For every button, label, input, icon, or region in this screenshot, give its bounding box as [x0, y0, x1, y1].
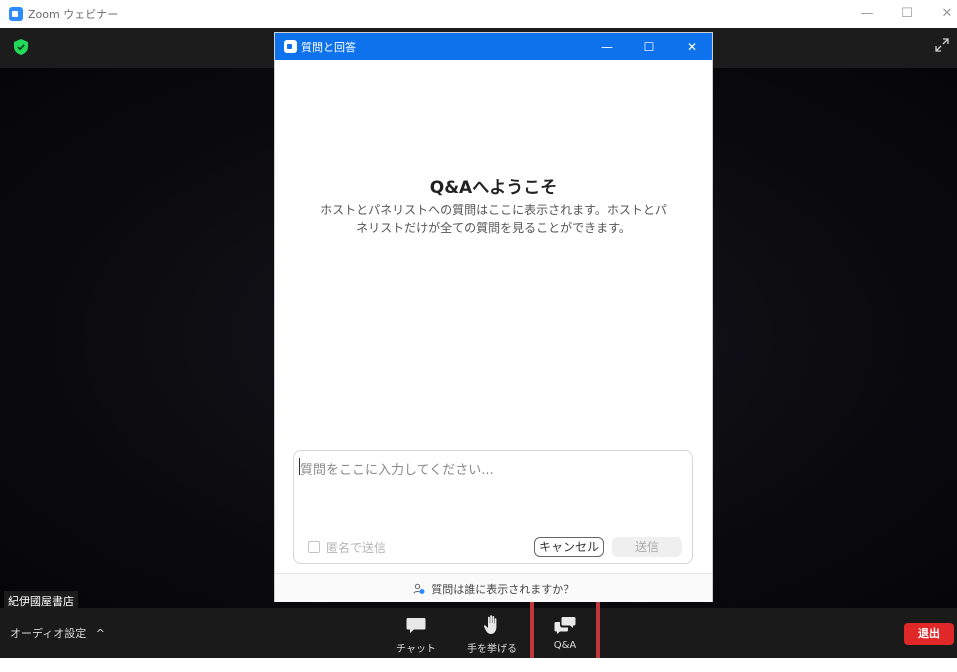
welcome-title: Q&Aへようこそ [429, 178, 558, 198]
close-button[interactable]: ✕ [933, 4, 957, 24]
zoom-app-icon [9, 7, 23, 21]
qa-minimize-button[interactable]: — [595, 37, 619, 57]
minimize-button[interactable]: — [853, 4, 881, 24]
chat-button[interactable]: チャット [386, 612, 446, 656]
send-button[interactable]: 送信 [612, 537, 682, 557]
cancel-button[interactable]: キャンセル [534, 537, 604, 557]
audio-settings-label: オーディオ設定 [10, 627, 87, 640]
welcome-description: ホストとパネリストへの質問はここに表示されます。ホストとパネリストだけが全ての質… [320, 203, 667, 235]
window-title: Zoom ウェビナー [28, 8, 119, 21]
anonymous-label: 匿名で送信 [326, 541, 387, 555]
maximize-button[interactable]: ☐ [893, 4, 921, 24]
zoom-app-icon [284, 40, 297, 53]
expand-icon[interactable] [935, 38, 949, 52]
exit-button[interactable]: 退出 [904, 623, 954, 645]
meeting-toolbar: オーディオ設定 ^ チャット 手を挙げる Q&A [0, 608, 957, 658]
raise-hand-label: 手を挙げる [467, 644, 517, 655]
chat-icon [406, 618, 426, 633]
window-titlebar: Zoom ウェビナー — ☐ ✕ [0, 0, 957, 28]
qa-dialog: 質問と回答 — ☐ ✕ Q&Aへようこそ ホストとパネリストへの質問はここに表示… [275, 33, 712, 602]
audio-settings-button[interactable]: オーディオ設定 ^ [10, 625, 105, 641]
chat-label: チャット [396, 644, 436, 655]
qa-dialog-title: 質問と回答 [301, 41, 356, 54]
anonymous-checkbox[interactable] [308, 541, 320, 553]
shield-icon[interactable] [14, 39, 28, 55]
qa-footer: 質問は誰に表示されますか？ [275, 573, 712, 602]
qa-titlebar[interactable]: 質問と回答 — ☐ ✕ [275, 33, 712, 60]
visibility-info-link[interactable]: 質問は誰に表示されますか？ [413, 581, 575, 597]
qa-highlight-annotation [530, 592, 600, 668]
question-input[interactable]: 質問をここに入力してください... 匿名で送信 キャンセル 送信 [293, 450, 693, 564]
raise-hand-button[interactable]: 手を挙げる [462, 612, 522, 656]
question-placeholder: 質問をここに入力してください... [300, 463, 494, 478]
raise-hand-icon [483, 615, 497, 634]
person-icon [413, 583, 425, 594]
visibility-info-text: 質問は誰に表示されますか？ [431, 583, 575, 596]
chevron-up-icon: ^ [95, 627, 105, 640]
qa-maximize-button[interactable]: ☐ [637, 37, 661, 57]
qa-close-button[interactable]: ✕ [680, 37, 704, 57]
bottom-strip [0, 658, 957, 672]
